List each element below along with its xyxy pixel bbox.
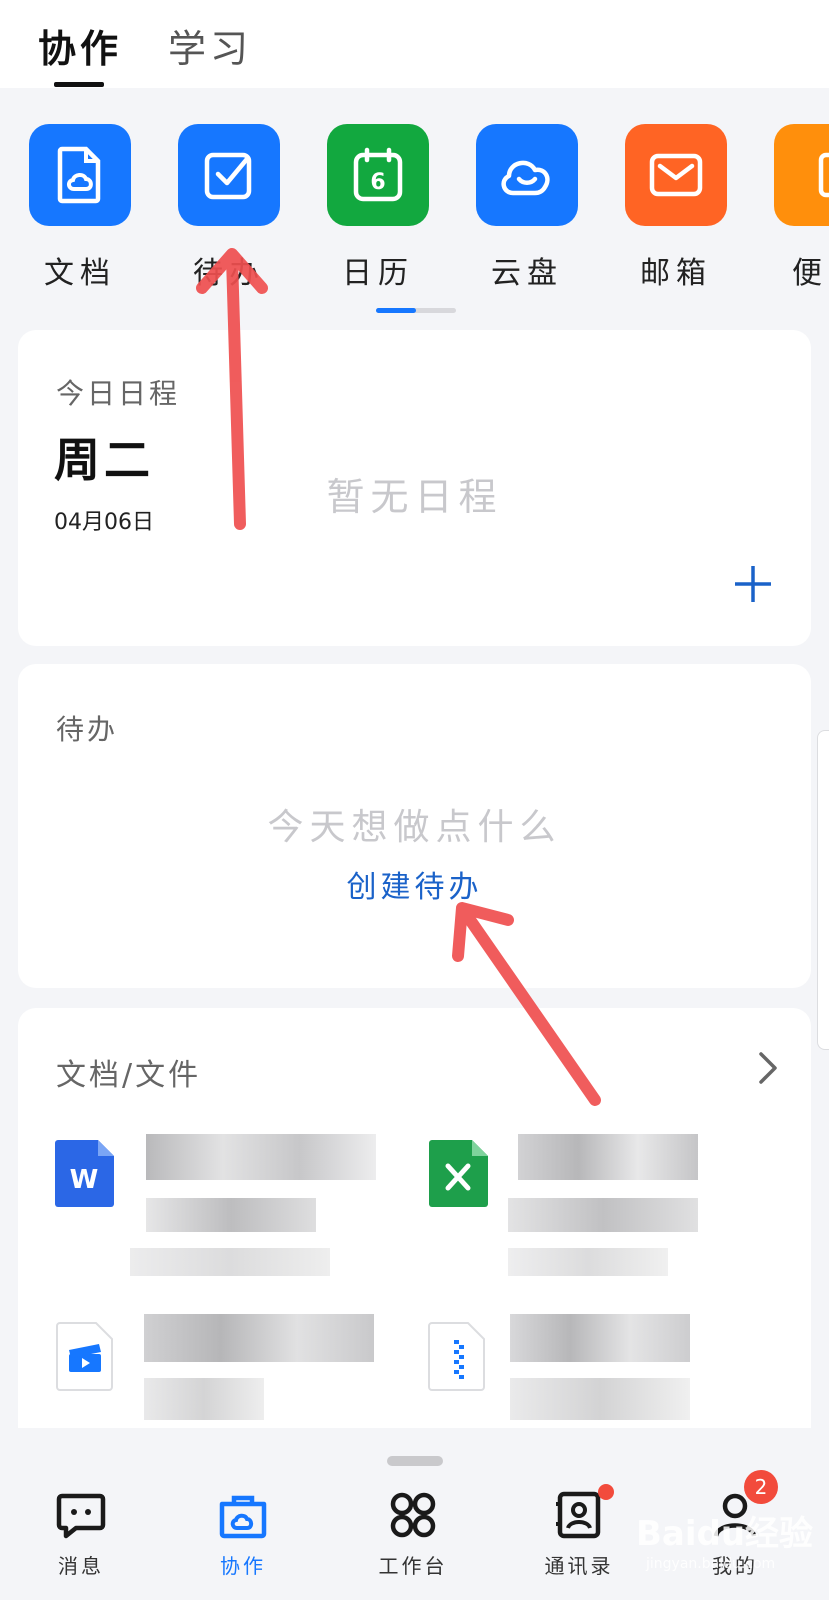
app-document[interactable]: 文档 (29, 124, 131, 292)
watermark-url: jingyan.baidu.com (646, 1556, 776, 1572)
file-item[interactable] (428, 1320, 488, 1396)
svg-text:W: W (70, 1165, 99, 1195)
file-item[interactable] (56, 1320, 116, 1396)
video-file-icon (56, 1322, 113, 1391)
blurred-filename (510, 1314, 690, 1362)
tab-collab[interactable]: 协作 (38, 18, 122, 73)
app-todo[interactable]: 待办 (178, 124, 280, 292)
app-calendar[interactable]: 6 日历 (327, 124, 429, 292)
todo-check-icon (178, 124, 280, 226)
nav-label: 通讯录 (544, 1554, 614, 1578)
file-item[interactable] (428, 1136, 492, 1214)
schedule-card[interactable]: 今日日程 周二 04月06日 暂无日程 (18, 330, 811, 646)
app-label: 邮箱 (640, 256, 712, 291)
app-cloud-drive[interactable]: 云盘 (476, 124, 578, 292)
blurred-meta (510, 1378, 690, 1420)
nav-label: 协作 (220, 1554, 266, 1578)
blurred-meta (508, 1248, 668, 1276)
document-icon (29, 124, 131, 226)
nav-messages[interactable]: 消息 (26, 1490, 136, 1579)
blurred-filename (518, 1134, 698, 1180)
active-tab-indicator (54, 82, 104, 87)
excel-file-icon (429, 1140, 488, 1207)
sheet-handle[interactable] (387, 1456, 443, 1466)
schedule-title: 今日日程 (56, 377, 181, 410)
mail-icon (625, 124, 727, 226)
app-label: 云盘 (491, 256, 563, 291)
app-label: 待办 (193, 256, 265, 291)
blurred-meta (146, 1198, 316, 1232)
add-schedule-icon[interactable] (731, 562, 775, 606)
nav-label: 消息 (58, 1554, 104, 1578)
blurred-meta (130, 1248, 330, 1276)
todo-card[interactable]: 待办 今天想做点什么 创建待办 (18, 664, 811, 988)
todo-title: 待办 (56, 713, 119, 746)
file-item[interactable]: W (54, 1136, 118, 1214)
calendar-day: 6 (370, 170, 385, 195)
workbench-icon (388, 1490, 438, 1540)
notification-dot (598, 1484, 614, 1500)
todo-empty-text: 今天想做点什么 (267, 807, 562, 848)
app-label: 便 (792, 256, 828, 291)
tab-study[interactable]: 学习 (168, 18, 252, 73)
blurred-meta (144, 1378, 264, 1420)
nav-contacts[interactable]: 通讯录 (524, 1484, 634, 1579)
app-mail[interactable]: 邮箱 (625, 124, 727, 292)
watermark-logo: Baidu经验 (636, 1514, 814, 1554)
blurred-filename (146, 1134, 376, 1180)
zip-file-icon (428, 1322, 485, 1391)
app-notes[interactable]: 便 (774, 124, 829, 292)
schedule-empty-text: 暂无日程 (326, 475, 503, 519)
app-row-scroll-indicator (376, 308, 456, 313)
collab-icon (218, 1490, 268, 1540)
files-card[interactable]: 文档/文件 W (18, 1008, 811, 1428)
word-file-icon: W (55, 1140, 114, 1207)
app-label: 文档 (44, 256, 116, 291)
unread-badge: 2 (744, 1470, 778, 1504)
app-shortcut-row[interactable]: 文档 待办 6 日历 云盘 邮箱 便 (0, 124, 829, 304)
contacts-icon (554, 1484, 614, 1540)
nav-workbench[interactable]: 工作台 (358, 1490, 468, 1579)
notes-icon (774, 124, 829, 226)
cloud-drive-icon (476, 124, 578, 226)
files-title: 文档/文件 (56, 1058, 202, 1093)
blurred-filename (144, 1314, 374, 1362)
create-todo-link[interactable]: 创建待办 (18, 862, 811, 906)
message-icon (56, 1490, 106, 1540)
top-tab-bar: 协作 学习 (0, 0, 829, 88)
chevron-right-icon[interactable] (755, 1050, 781, 1086)
side-drawer-handle[interactable] (817, 730, 829, 1050)
calendar-icon: 6 (327, 124, 429, 226)
nav-label: 工作台 (378, 1554, 448, 1578)
nav-collab[interactable]: 协作 (188, 1490, 298, 1579)
blurred-meta (508, 1198, 698, 1232)
app-label: 日历 (342, 256, 414, 291)
